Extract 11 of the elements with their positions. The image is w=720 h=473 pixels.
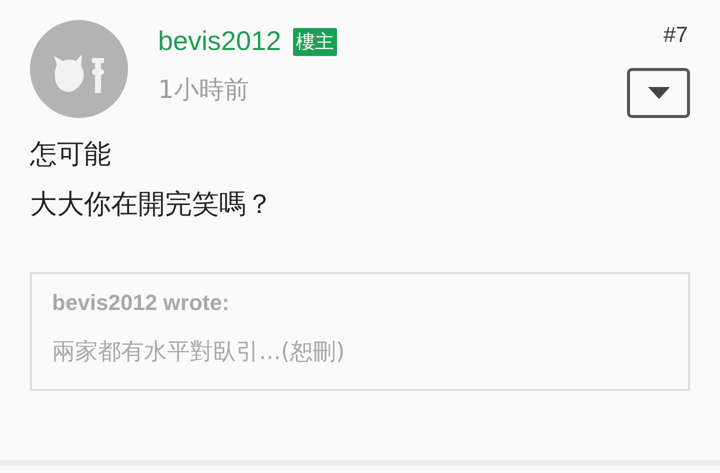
post-text: 大大你在開完笑嗎？: [30, 188, 274, 222]
quote-text: 兩家都有水平對臥引...(恕刪): [52, 338, 346, 367]
post-text: 怎可能: [30, 138, 112, 172]
floor-number: #7: [664, 22, 688, 48]
caret-icon: [648, 87, 670, 99]
avatar-icon: [30, 20, 128, 118]
username[interactable]: bevis2012: [158, 26, 282, 57]
dropdown-button[interactable]: [627, 68, 690, 118]
author-badge: 樓主: [293, 28, 338, 56]
quote-header: bevis2012 wrote:: [52, 290, 230, 316]
post-time: 1小時前: [158, 74, 250, 106]
